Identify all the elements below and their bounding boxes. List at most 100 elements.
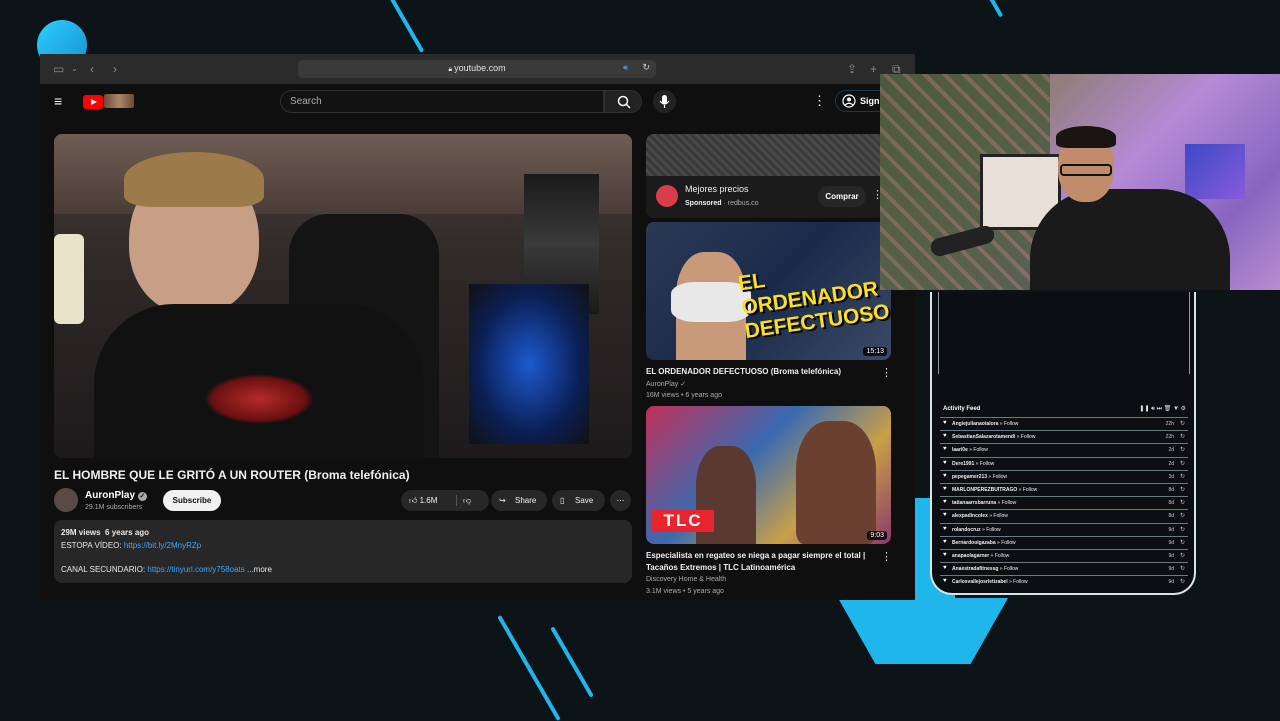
chevron-down-icon[interactable]: ⌄: [71, 62, 78, 76]
ad-cta-button[interactable]: Comprar: [818, 186, 866, 207]
back-icon[interactable]: ‹: [90, 62, 94, 76]
save-button[interactable]: ▯ Save: [552, 490, 605, 511]
desc-link-1[interactable]: https://bit.ly/2MnyRZp: [124, 541, 201, 550]
person-hair: [124, 152, 264, 207]
thumb-person: [796, 421, 876, 544]
video-description[interactable]: 29M views 6 years ago ESTOPA VÍDEO: http…: [54, 520, 632, 583]
doodle-logo: [104, 94, 134, 108]
phone-frame: Activity Feed ❚❚ 🔊︎ ⏭ 🗑︎ ▼ ⚙ ♥ Angiejulia…: [930, 292, 1196, 595]
like-button[interactable]: 👍︎ 1.6M: [409, 490, 437, 511]
phone-inner-border: [938, 292, 1190, 374]
gear-icon[interactable]: ⚙: [1181, 406, 1186, 412]
activity-feed-row[interactable]: ♥ rolandocruz » Follow 9d ↻: [940, 522, 1188, 536]
replay-icon[interactable]: ↻: [1180, 486, 1185, 493]
replay-icon[interactable]: ↻: [1180, 565, 1185, 572]
heart-icon: ♥: [943, 446, 947, 453]
replay-icon[interactable]: ↻: [1180, 512, 1185, 519]
settings-kebab-icon[interactable]: ⋮: [813, 93, 826, 109]
activity-feed-row[interactable]: ♥ MARLONPEREZBUITRAGO » Follow 8d ↻: [940, 483, 1188, 496]
activity-feed-row[interactable]: ♥ Dere1991 » Follow 2d ↻: [940, 456, 1188, 470]
recommendation-more-icon[interactable]: ⋮: [881, 366, 892, 379]
voice-search-button[interactable]: [653, 90, 676, 113]
channel-avatar[interactable]: [54, 488, 78, 512]
subscribe-button[interactable]: Subscribe: [163, 490, 221, 511]
sidebar-toggle-icon[interactable]: ▭: [53, 62, 64, 76]
sponsored-ad[interactable]: Mejores precios Sponsored · redbus.co Co…: [646, 176, 891, 218]
replay-icon[interactable]: ↻: [1180, 460, 1185, 467]
thumbs-down-icon: 👎︎: [463, 496, 472, 505]
replay-icon[interactable]: ↻: [1180, 446, 1185, 453]
address-bar[interactable]: 🔒︎ youtube.com 🔊︎ ↻: [298, 60, 656, 78]
activity-feed-row[interactable]: ♥ Angiejulianaotalora » Follow 22h ↻: [940, 417, 1188, 430]
recommendation-channel[interactable]: Discovery Home & Health: [646, 576, 726, 583]
ad-banner-image[interactable]: [646, 134, 891, 176]
heart-icon: ♥: [943, 552, 947, 558]
heart-icon: ♥: [943, 525, 947, 532]
activity-feed-time: 9d: [1168, 539, 1174, 546]
share-button[interactable]: ↪ Share: [491, 490, 547, 511]
recommendation-thumbnail[interactable]: TLC 9:03: [646, 406, 891, 544]
dislike-button[interactable]: 👎︎: [463, 490, 471, 511]
activity-feed-time: 8d: [1168, 500, 1174, 507]
replay-icon[interactable]: ↻: [1180, 539, 1185, 546]
recommendation-title[interactable]: EL ORDENADOR DEFECTUOSO (Broma telefónic…: [646, 366, 871, 378]
search-icon: [617, 95, 631, 109]
reload-icon[interactable]: ↻: [642, 62, 650, 73]
pause-icon[interactable]: ❚❚: [1139, 406, 1149, 412]
show-more-link[interactable]: ...more: [247, 565, 272, 574]
filter-icon[interactable]: ▼: [1173, 406, 1179, 412]
youtube-logo[interactable]: [83, 95, 103, 109]
url-text: youtube.com: [454, 63, 506, 73]
activity-feed-row[interactable]: ♥ Bernardoolgazaba » Follow 9d ↻: [940, 535, 1188, 549]
replay-icon[interactable]: ↻: [1180, 473, 1185, 480]
replay-icon[interactable]: ↻: [1180, 499, 1185, 506]
menu-icon[interactable]: ≡: [54, 93, 62, 109]
video-player[interactable]: [54, 134, 632, 458]
replay-icon[interactable]: ↻: [1180, 552, 1185, 559]
webcam-overlay: [880, 74, 1280, 290]
forward-icon[interactable]: ›: [113, 62, 117, 76]
more-actions-button[interactable]: ⋯: [610, 490, 631, 511]
activity-feed-entry: alexpadincolex » Follow: [952, 513, 1008, 520]
activity-feed-row[interactable]: ♥ alexpadincolex » Follow 8d ↻: [940, 509, 1188, 522]
delete-icon[interactable]: 🗑︎: [1164, 406, 1172, 412]
microphone-icon: [659, 95, 670, 108]
shirt-logo: [204, 374, 314, 424]
duration-badge: 15:13: [863, 347, 887, 356]
recommendation-thumbnail[interactable]: EL ORDENADOR DEFECTUOSO 15:13: [646, 222, 891, 360]
activity-feed-entry: anapaolagarner » Follow: [952, 553, 1010, 559]
sign-in-label: Sign: [860, 96, 880, 106]
replay-icon[interactable]: ↻: [1180, 526, 1185, 533]
volume-icon[interactable]: 🔊︎: [1151, 406, 1155, 412]
skip-icon[interactable]: ⏭: [1157, 406, 1162, 412]
channel-name[interactable]: AuronPlay ✓: [85, 490, 147, 501]
replay-icon[interactable]: ↻: [1180, 578, 1185, 585]
activity-feed-row[interactable]: ♥ tatianaarrsbarruna » Follow 8d ↻: [940, 496, 1188, 509]
activity-feed-time: 8d: [1168, 487, 1174, 493]
search-input[interactable]: Search: [280, 90, 604, 113]
replay-icon[interactable]: ↻: [1180, 420, 1185, 427]
recommendation-channel[interactable]: AuronPlay ✓: [646, 380, 686, 388]
activity-feed-row[interactable]: ♥ Carlosvallejosrletizabel » Follow 9d ↻: [940, 575, 1188, 588]
activity-feed-row[interactable]: ♥ laari0e » Follow 2d ↻: [940, 443, 1188, 456]
activity-feed-row[interactable]: ♥ anapaolagarner » Follow 9d ↻: [940, 549, 1188, 562]
search-button[interactable]: [604, 90, 642, 113]
activity-feed-row[interactable]: ♥ SebastianSalazarotamendi » Follow 22h ↻: [940, 430, 1188, 443]
heart-icon: ♥: [943, 433, 947, 440]
video-title: EL HOMBRE QUE LE GRITÓ A UN ROUTER (Brom…: [54, 468, 410, 482]
activity-feed-time: 3d: [1168, 473, 1174, 480]
replay-icon[interactable]: ↻: [1180, 433, 1185, 440]
new-tab-icon[interactable]: +: [870, 62, 877, 76]
activity-feed-entry: Anaestradafitnessg » Follow: [952, 566, 1019, 573]
activity-feed-time: 22h: [1165, 434, 1174, 441]
share-icon[interactable]: ⇪: [847, 62, 857, 76]
desc-link-2[interactable]: https://tinyurl.com/y758oats: [147, 565, 244, 574]
ad-title: Mejores precios: [685, 184, 749, 194]
bookmark-icon: ▯: [560, 496, 565, 505]
recommendation-title[interactable]: Especialista en regateo se niega a pagar…: [646, 550, 871, 574]
activity-feed-row[interactable]: ♥ Anaestradafitnessg » Follow 9d ↻: [940, 562, 1188, 575]
recommendation-more-icon[interactable]: ⋮: [881, 550, 892, 563]
activity-feed-row[interactable]: ♥ pepegamer213 » Follow 3d ↻: [940, 469, 1188, 483]
view-stats: 29M views 6 years ago: [61, 528, 150, 537]
audio-icon[interactable]: 🔊︎: [623, 63, 628, 73]
